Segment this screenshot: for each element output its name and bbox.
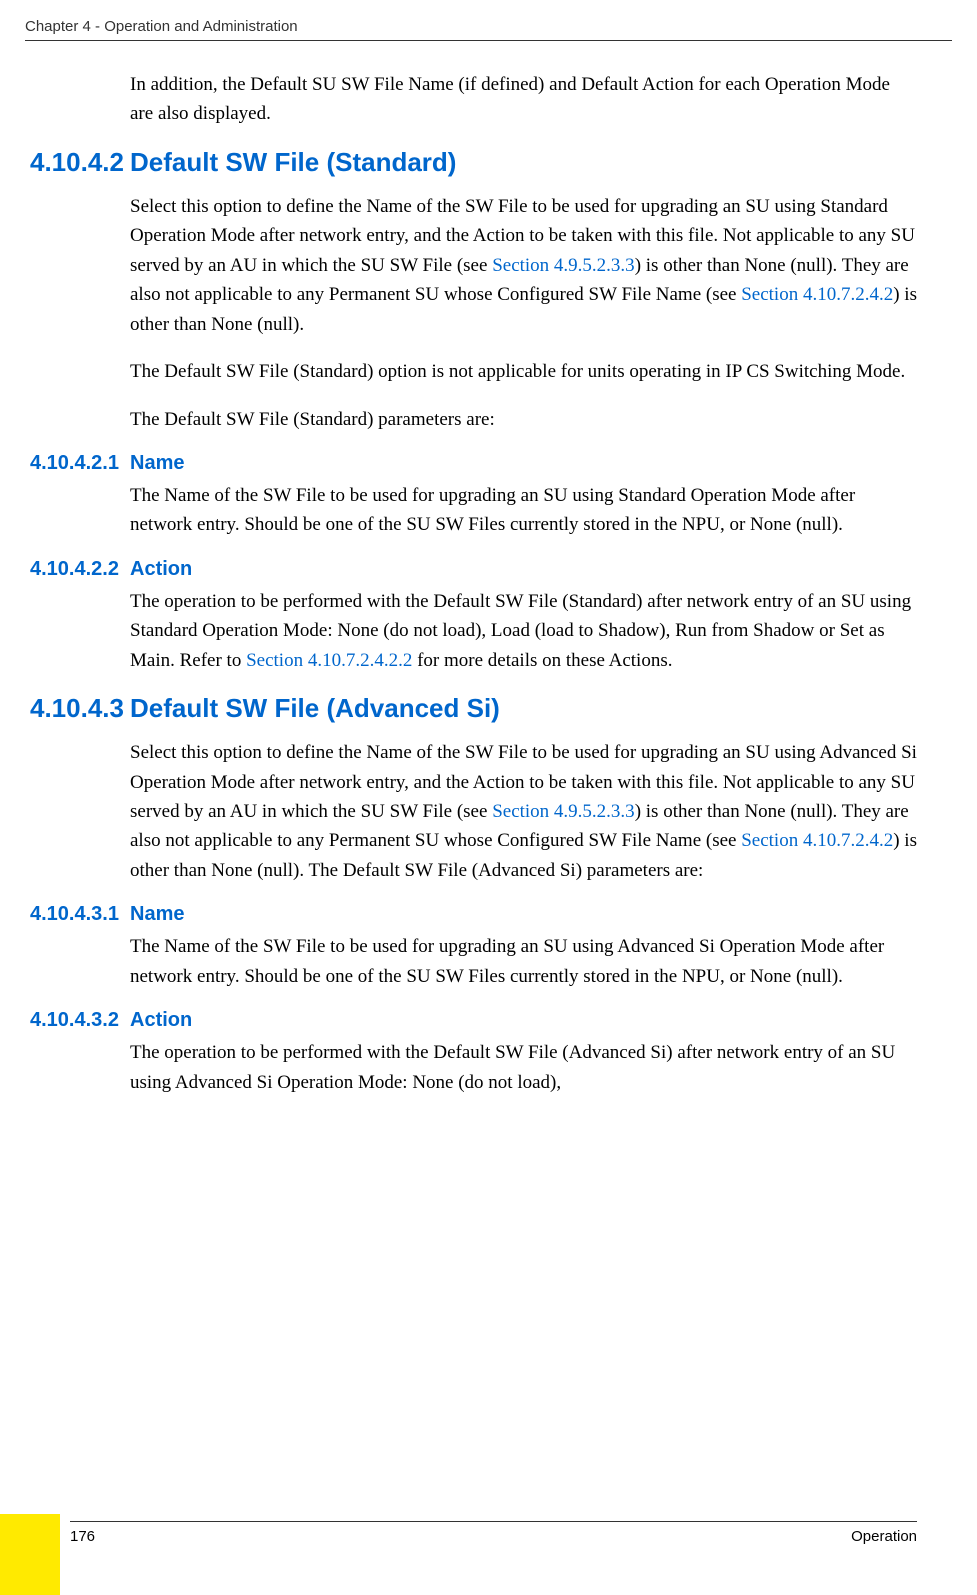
section-title: Default SW File (Standard): [130, 147, 456, 178]
section-4-10-4-2-1-heading: 4.10.4.2.1 Name: [30, 452, 917, 475]
section-title: Name: [130, 903, 184, 926]
page-number: 176: [70, 1528, 95, 1545]
section-4-10-4-2-p3: The Default SW File (Standard) parameter…: [130, 405, 917, 434]
section-4-10-4-2-p2: The Default SW File (Standard) option is…: [130, 357, 917, 386]
page-footer: 176 Operation: [70, 1521, 917, 1545]
page-tab-marker: [0, 1518, 60, 1595]
intro-paragraph: In addition, the Default SU SW File Name…: [130, 70, 917, 129]
section-title: Action: [130, 1009, 192, 1032]
section-link[interactable]: Section 4.9.5.2.3.3: [492, 801, 635, 822]
section-number: 4.10.4.3.2: [30, 1009, 130, 1032]
section-link[interactable]: Section 4.10.7.2.4.2: [741, 830, 893, 851]
section-number: 4.10.4.2: [30, 147, 130, 178]
section-4-10-4-2-2-heading: 4.10.4.2.2 Action: [30, 558, 917, 581]
section-number: 4.10.4.2.2: [30, 558, 130, 581]
section-number: 4.10.4.3: [30, 693, 130, 724]
section-title: Action: [130, 558, 192, 581]
section-4-10-4-2-p1: Select this option to define the Name of…: [130, 192, 917, 339]
chapter-header: Chapter 4 - Operation and Administration: [25, 18, 952, 41]
section-number: 4.10.4.3.1: [30, 903, 130, 926]
section-number: 4.10.4.2.1: [30, 452, 130, 475]
section-4-10-4-3-2-p1: The operation to be performed with the D…: [130, 1038, 917, 1097]
section-4-10-4-3-2-heading: 4.10.4.3.2 Action: [30, 1009, 917, 1032]
chapter-title: Chapter 4 - Operation and Administration: [25, 18, 298, 35]
section-title: Default SW File (Advanced Si): [130, 693, 500, 724]
page-content: In addition, the Default SU SW File Name…: [30, 70, 917, 1115]
section-title: Name: [130, 452, 184, 475]
section-link[interactable]: Section 4.10.7.2.4.2: [741, 284, 893, 305]
text-fragment: for more details on these Actions.: [412, 650, 672, 671]
section-4-10-4-3-heading: 4.10.4.3 Default SW File (Advanced Si): [30, 693, 917, 724]
section-4-10-4-3-p1: Select this option to define the Name of…: [130, 738, 917, 885]
section-4-10-4-2-1-p1: The Name of the SW File to be used for u…: [130, 481, 917, 540]
section-4-10-4-3-1-p1: The Name of the SW File to be used for u…: [130, 932, 917, 991]
section-4-10-4-2-heading: 4.10.4.2 Default SW File (Standard): [30, 147, 917, 178]
section-4-10-4-2-2-p1: The operation to be performed with the D…: [130, 587, 917, 675]
footer-label: Operation: [851, 1528, 917, 1545]
section-4-10-4-3-1-heading: 4.10.4.3.1 Name: [30, 903, 917, 926]
section-link[interactable]: Section 4.10.7.2.4.2.2: [246, 650, 412, 671]
section-link[interactable]: Section 4.9.5.2.3.3: [492, 255, 635, 276]
